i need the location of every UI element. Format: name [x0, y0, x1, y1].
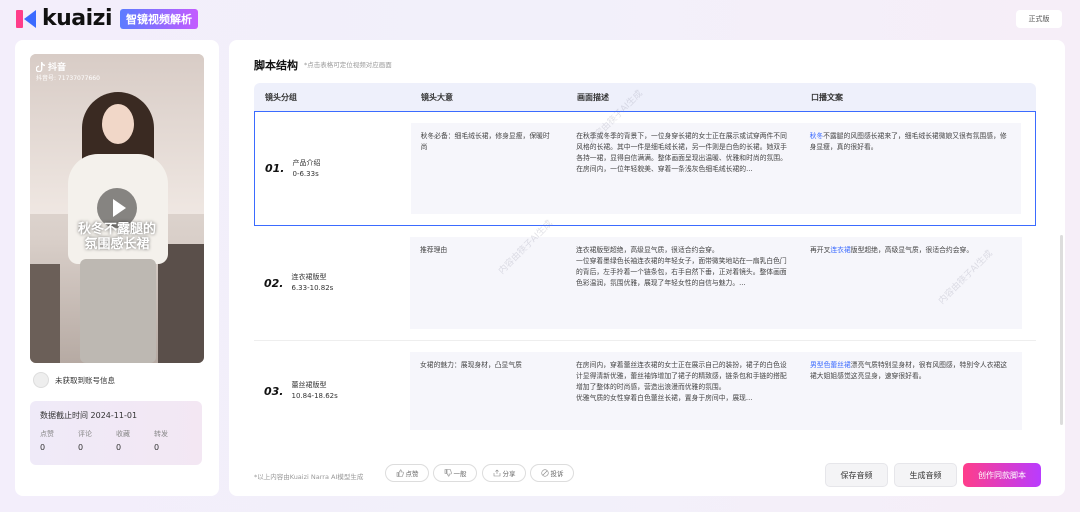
page-title: 脚本结构	[254, 59, 298, 72]
create-script-button[interactable]: 创作同款脚本	[963, 463, 1041, 487]
account-text: 未获取到账号信息	[55, 375, 115, 385]
table-row[interactable]: 03. 蕾丝裙版型 10.84-18.62s 女裙的魅力：展现身材，凸显气质 在房…	[254, 341, 1036, 441]
ai-disclaimer: *以上内容由Kuaizi Narra AI模型生成	[254, 473, 364, 481]
stats-card: 数据截止时间 2024-11-01 点赞 0 评论 0 收藏 0 转发 0	[30, 401, 202, 465]
script-table: 镜头分组 镜头大意 画面描述 口播文案 01. 产品介绍 0-6.33s 秋冬必备…	[254, 83, 1036, 441]
stat-comments: 评论 0	[78, 430, 92, 452]
table-row[interactable]: 01. 产品介绍 0-6.33s 秋冬必备：细毛绒长裙，修身显瘦，保暖时尚 在秋季…	[254, 111, 1036, 226]
product-badge: 智镜视频解析	[120, 8, 199, 29]
shot-description: 连衣裙版型超绝，高级显气质，很适合约会穿。 一位穿着墨绿色长袖连衣裙的年轻女子，…	[566, 237, 800, 329]
stat-likes: 点赞 0	[40, 430, 54, 452]
douyin-logo: 抖音	[36, 60, 66, 73]
thumb-down-icon	[444, 469, 452, 477]
logo-text: kuaizi	[42, 6, 113, 31]
share-button[interactable]: 分享	[482, 464, 526, 482]
stats-date: 数据截止时间 2024-11-01	[40, 411, 138, 420]
douyin-icon	[36, 61, 45, 72]
neutral-button[interactable]: 一般	[433, 464, 477, 482]
main-scrollbar[interactable]	[1060, 235, 1063, 425]
account-info: 未获取到账号信息	[33, 372, 115, 388]
kuaizi-logo-icon	[16, 8, 38, 30]
table-header: 镜头分组 镜头大意 画面描述 口播文案	[254, 83, 1036, 111]
shot-index: 01. 产品介绍 0-6.33s	[265, 158, 321, 178]
stat-favorites: 收藏 0	[116, 430, 130, 452]
col-description: 画面描述	[577, 92, 609, 102]
video-caption: 秋冬不露腿的 氛围感长裙	[77, 222, 156, 252]
shot-index: 02. 连衣裙版型 6.33-10.82s	[264, 273, 334, 292]
col-idea: 镜头大意	[421, 92, 453, 102]
video-player[interactable]: 抖音 抖音号: 71737077660 秋冬不露腿的 氛围感长裙	[30, 54, 204, 363]
shot-script: 男型色蕾丝裙漂亮气质特别显身材，很有风图感，特别令人衣裙这裙大姐姐感觉这亮显身，…	[800, 352, 1022, 430]
save-audio-button[interactable]: 保存音频	[825, 463, 888, 487]
thumb-up-icon	[396, 469, 404, 477]
shot-script: 秋冬不露腿的风图感长裙来了，细毛绒长裙微娘又很有氛围感，修身显瘦，真的很好看。	[799, 123, 1021, 214]
report-button[interactable]: 投诉	[530, 464, 574, 482]
col-group: 镜头分组	[265, 92, 297, 102]
shot-description: 在房间内，穿着蕾丝连衣裙的女士正在展示自己的装扮，裙子的白色设计显得清新优雅，蕾…	[566, 352, 800, 430]
generate-audio-button[interactable]: 生成音频	[894, 463, 957, 487]
shot-index: 03. 蕾丝裙版型 10.84-18.62s	[264, 381, 338, 400]
like-button[interactable]: 点赞	[385, 464, 429, 482]
video-panel: 抖音 抖音号: 71737077660 秋冬不露腿的 氛围感长裙 未获取到账号信…	[15, 40, 233, 496]
stat-shares: 转发 0	[154, 430, 168, 452]
app-logo[interactable]: kuaizi 智镜视频解析	[16, 6, 199, 31]
platform-name: 抖音	[48, 63, 67, 73]
account-id: 抖音号: 71737077660	[36, 75, 100, 82]
shot-idea: 女裙的魅力：展现身材，凸显气质	[410, 352, 566, 430]
share-icon	[493, 469, 500, 477]
shot-idea: 推荐理由	[410, 237, 566, 329]
version-button[interactable]: 正式版	[1016, 10, 1062, 28]
shot-idea: 秋冬必备：细毛绒长裙，修身显瘦，保暖时尚	[410, 123, 567, 214]
avatar	[33, 372, 49, 388]
script-panel: 脚本结构 *点击表格可定位视频对应画面 镜头分组 镜头大意 画面描述 口播文案 …	[229, 40, 1065, 496]
page-hint: *点击表格可定位视频对应画面	[304, 61, 392, 69]
col-script: 口播文案	[811, 92, 843, 102]
report-icon	[540, 469, 549, 477]
table-row[interactable]: 02. 连衣裙版型 6.33-10.82s 推荐理由 连衣裙版型超绝，高级显气质，…	[254, 226, 1036, 341]
